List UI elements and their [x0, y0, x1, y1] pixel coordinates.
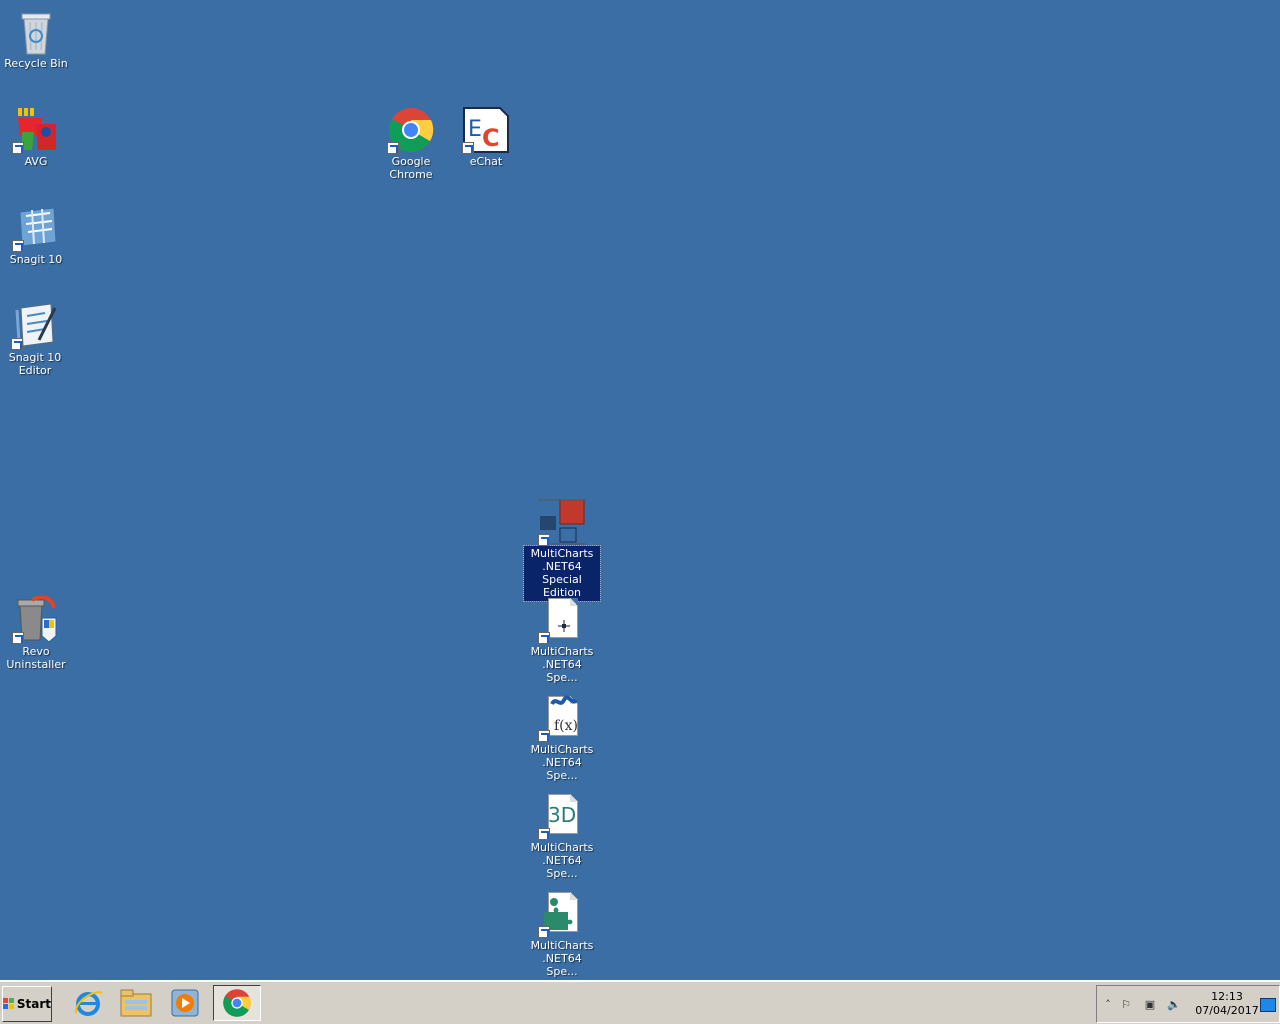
shortcut-arrow-icon	[11, 338, 23, 350]
chrome-icon	[387, 106, 435, 154]
shortcut-arrow-icon	[387, 142, 399, 154]
3d-glyph: 3D	[548, 803, 576, 827]
system-tray: ˄ ⚐ ▣ 🔈 12:13 07/04/2017	[1096, 985, 1280, 1023]
shortcut-arrow-icon	[538, 828, 550, 840]
clock-date: 07/04/2017	[1195, 1004, 1259, 1017]
3d-document-icon: 3D	[538, 792, 586, 840]
desktop-icon-google-chrome[interactable]: Google Chrome	[373, 102, 449, 183]
echat-glyph-c: C	[482, 124, 500, 152]
desktop-icon-echat[interactable]: E C eChat	[448, 102, 524, 170]
desktop-icon-label: Recycle Bin	[4, 57, 68, 70]
desktop-icon-label: MultiCharts .NET64 Spe...	[530, 939, 594, 978]
desktop-icon-recycle-bin[interactable]: Recycle Bin	[0, 4, 74, 72]
start-button[interactable]: Start	[2, 986, 52, 1022]
show-hidden-icons-icon[interactable]: ˄	[1101, 998, 1115, 1012]
desktop-icon-avg[interactable]: AVG	[0, 102, 74, 170]
desktop-icon-label: AVG	[24, 155, 48, 168]
clock-time: 12:13	[1211, 990, 1243, 1003]
taskbar-windows-explorer[interactable]	[114, 985, 158, 1021]
function-editor-icon: f(x)	[538, 694, 586, 742]
desktop-icon-label: Revo Uninstaller	[6, 645, 66, 671]
shortcut-arrow-icon	[12, 240, 24, 252]
avg-icon	[12, 106, 60, 154]
taskbar-internet-explorer[interactable]	[66, 985, 110, 1021]
echat-glyph-e: E	[468, 117, 482, 142]
chart-document-icon	[538, 596, 586, 644]
start-label: Start	[16, 997, 51, 1011]
windows-logo-icon	[3, 998, 14, 1010]
function-glyph: f(x)	[554, 718, 578, 734]
taskbar-google-chrome[interactable]	[213, 985, 261, 1021]
echat-icon: E C	[462, 106, 510, 154]
puzzle-document-icon	[538, 890, 586, 938]
multicharts-icon	[538, 498, 586, 546]
desktop-icon-multicharts-function[interactable]: f(x) MultiCharts .NET64 Spe...	[524, 690, 600, 784]
shortcut-arrow-icon	[538, 632, 550, 644]
shortcut-arrow-icon	[538, 534, 550, 546]
taskbar: Start ˄ ⚐ ▣ 🔈 12:13 07/04/2017	[0, 980, 1280, 1024]
desktop-icon-multicharts-3d[interactable]: 3D MultiCharts .NET64 Spe...	[524, 788, 600, 882]
recycle-bin-icon	[12, 8, 60, 56]
network-icon[interactable]: ▣	[1143, 998, 1157, 1012]
shortcut-arrow-icon	[12, 632, 24, 644]
shortcut-arrow-icon	[538, 926, 550, 938]
desktop-icon-multicharts-puzzle[interactable]: MultiCharts .NET64 Spe...	[524, 886, 600, 980]
snagit-editor-icon	[11, 302, 59, 350]
desktop-icon-snagit-editor[interactable]: Snagit 10 Editor	[0, 298, 73, 379]
desktop-icon-snagit[interactable]: Snagit 10	[0, 200, 74, 268]
snagit-icon	[12, 204, 60, 252]
internet-explorer-icon	[74, 991, 103, 1016]
volume-icon[interactable]: 🔈	[1167, 998, 1181, 1012]
desktop-icon-multicharts[interactable]: MultiCharts .NET64 Special Edition	[523, 494, 601, 602]
chrome-icon	[223, 989, 251, 1017]
action-center-flag-icon[interactable]: ⚐	[1119, 998, 1133, 1012]
desktop-icon-label: eChat	[469, 155, 503, 168]
desktop-icon-multicharts-chart[interactable]: MultiCharts .NET64 Spe...	[524, 592, 600, 686]
shortcut-arrow-icon	[538, 730, 550, 742]
media-player-icon	[171, 989, 199, 1017]
shortcut-arrow-icon	[462, 142, 474, 154]
desktop-icon-label: Google Chrome	[389, 155, 433, 181]
desktop-icon-label: MultiCharts .NET64 Spe...	[530, 743, 594, 782]
clock[interactable]: 12:13 07/04/2017	[1193, 990, 1261, 1018]
revo-uninstaller-icon	[12, 595, 60, 644]
desktop-icon-label: Snagit 10	[9, 253, 63, 266]
desktop-icon-label: MultiCharts .NET64 Spe...	[530, 645, 594, 684]
show-desktop-icon[interactable]	[1260, 998, 1276, 1012]
desktop-icon-revo-uninstaller[interactable]: Revo Uninstaller	[0, 592, 74, 673]
desktop: Recycle Bin AVG Snagit 10 Snagit 10 Edit…	[0, 0, 1280, 980]
shortcut-arrow-icon	[12, 142, 24, 154]
desktop-icon-label: Snagit 10 Editor	[8, 351, 62, 377]
windows-explorer-icon	[120, 989, 152, 1017]
desktop-icon-label: MultiCharts .NET64 Spe...	[530, 841, 594, 880]
taskbar-media-player[interactable]	[163, 985, 207, 1021]
